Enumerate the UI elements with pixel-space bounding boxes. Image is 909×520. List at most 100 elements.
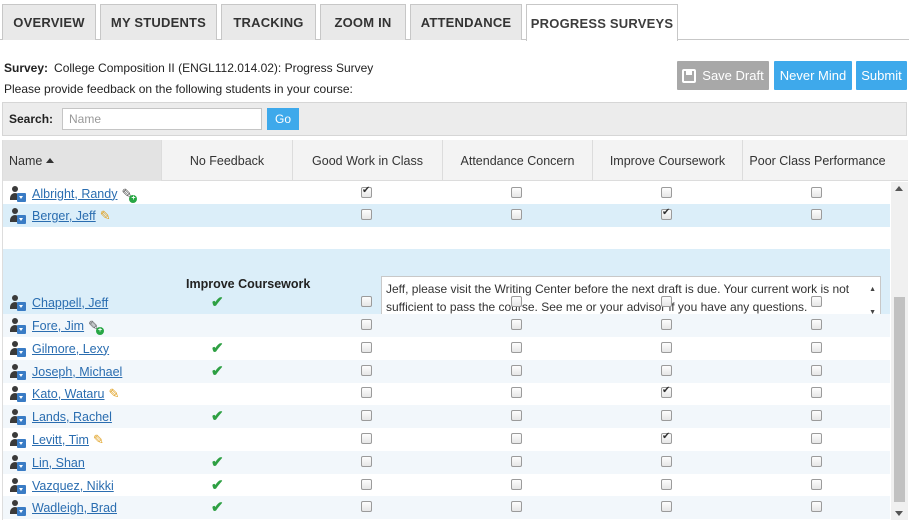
tab-zoom-in[interactable]: ZOOM IN <box>320 4 406 40</box>
attendance-concern-checkbox[interactable] <box>511 365 522 376</box>
student-name-cell: Joseph, Michael <box>9 360 122 383</box>
good-work-checkbox[interactable] <box>361 479 372 490</box>
column-header-no-feedback: No Feedback <box>161 140 292 181</box>
edit-note-icon[interactable]: ✎ <box>93 433 104 446</box>
submit-button[interactable]: Submit <box>856 61 907 90</box>
attendance-concern-checkbox[interactable] <box>511 296 522 307</box>
improve-coursework-checkbox[interactable] <box>661 296 672 307</box>
edit-note-icon[interactable]: ✎ <box>109 387 120 400</box>
never-mind-button[interactable]: Never Mind <box>774 61 852 90</box>
good-work-checkbox[interactable] <box>361 365 372 376</box>
poor-class-performance-checkbox[interactable] <box>811 479 822 490</box>
tab-progress-surveys[interactable]: PROGRESS SURVEYS <box>526 4 678 41</box>
search-label: Search: <box>9 112 54 126</box>
improve-coursework-checkbox[interactable] <box>661 207 672 220</box>
scrollbar-thumb[interactable] <box>894 297 905 502</box>
improve-coursework-checkbox[interactable] <box>661 319 672 330</box>
attendance-concern-checkbox[interactable] <box>511 387 522 398</box>
student-menu-icon[interactable] <box>9 294 27 312</box>
poor-class-performance-checkbox[interactable] <box>811 296 822 307</box>
search-input[interactable] <box>62 108 262 130</box>
poor-class-performance-checkbox[interactable] <box>811 209 822 220</box>
good-work-checkbox[interactable] <box>361 296 372 307</box>
poor-class-performance-checkbox[interactable] <box>811 410 822 421</box>
improve-coursework-checkbox[interactable] <box>661 342 672 353</box>
student-name-link[interactable]: Joseph, Michael <box>32 365 122 379</box>
student-name-link[interactable]: Berger, Jeff <box>32 209 96 223</box>
improve-coursework-checkbox[interactable] <box>661 479 672 490</box>
poor-class-performance-checkbox[interactable] <box>811 187 822 198</box>
student-menu-icon[interactable] <box>9 363 27 381</box>
scrollbar-up-arrow-icon[interactable] <box>895 186 903 191</box>
student-name-cell: Lands, Rachel <box>9 405 112 428</box>
improve-coursework-checkbox[interactable] <box>661 410 672 421</box>
student-name-link[interactable]: Levitt, Tim <box>32 433 89 447</box>
good-work-checkbox[interactable] <box>361 319 372 330</box>
attendance-concern-checkbox[interactable] <box>511 433 522 444</box>
tab-my-students[interactable]: MY STUDENTS <box>100 4 217 40</box>
good-work-checkbox[interactable] <box>361 342 372 353</box>
attendance-concern-checkbox[interactable] <box>511 456 522 467</box>
edit-note-icon[interactable]: ✎ <box>100 209 111 222</box>
poor-class-performance-checkbox[interactable] <box>811 433 822 444</box>
save-draft-button[interactable]: Save Draft <box>677 61 769 90</box>
poor-class-performance-checkbox[interactable] <box>811 501 822 512</box>
student-name-link[interactable]: Chappell, Jeff <box>32 296 108 310</box>
column-header-name[interactable]: Name <box>3 140 161 181</box>
attendance-concern-checkbox[interactable] <box>511 319 522 330</box>
student-name-link[interactable]: Fore, Jim <box>32 319 84 333</box>
improve-coursework-checkbox[interactable] <box>661 431 672 444</box>
attendance-concern-checkbox[interactable] <box>511 501 522 512</box>
add-note-icon[interactable]: ✎ + <box>88 319 104 335</box>
student-menu-icon[interactable] <box>9 431 27 449</box>
student-menu-icon[interactable] <box>9 477 27 495</box>
student-menu-icon[interactable] <box>9 317 27 335</box>
student-name-link[interactable]: Lin, Shan <box>32 456 85 470</box>
good-work-checkbox[interactable] <box>361 185 372 198</box>
tab-tracking[interactable]: TRACKING <box>221 4 316 40</box>
poor-class-performance-checkbox[interactable] <box>811 456 822 467</box>
student-name-link[interactable]: Vazquez, Nikki <box>32 479 114 493</box>
attendance-concern-checkbox[interactable] <box>511 479 522 490</box>
student-name-link[interactable]: Gilmore, Lexy <box>32 342 109 356</box>
add-note-icon[interactable]: ✎ + <box>121 187 138 203</box>
improve-coursework-checkbox[interactable] <box>661 365 672 376</box>
attendance-concern-checkbox[interactable] <box>511 187 522 198</box>
tab-overview[interactable]: OVERVIEW <box>2 4 96 40</box>
poor-class-performance-checkbox[interactable] <box>811 387 822 398</box>
student-menu-icon[interactable] <box>9 207 27 225</box>
improve-coursework-checkbox[interactable] <box>661 501 672 512</box>
good-work-checkbox[interactable] <box>361 209 372 220</box>
good-work-checkbox[interactable] <box>361 501 372 512</box>
good-work-checkbox[interactable] <box>361 410 372 421</box>
attendance-concern-checkbox[interactable] <box>511 410 522 421</box>
improve-coursework-checkbox[interactable] <box>661 187 672 198</box>
student-name-link[interactable]: Lands, Rachel <box>32 410 112 424</box>
student-name-link[interactable]: Albright, Randy <box>32 187 117 201</box>
student-menu-icon[interactable] <box>9 408 27 426</box>
student-name-link[interactable]: Wadleigh, Brad <box>32 501 117 515</box>
student-name-cell: Levitt, Tim ✎ <box>9 428 104 451</box>
grid-scrollbar[interactable] <box>891 182 908 520</box>
attendance-concern-checkbox[interactable] <box>511 209 522 220</box>
student-menu-icon[interactable] <box>9 499 27 517</box>
good-work-checkbox[interactable] <box>361 456 372 467</box>
student-menu-icon[interactable] <box>9 340 27 358</box>
improve-coursework-checkbox[interactable] <box>661 385 672 398</box>
attendance-concern-checkbox[interactable] <box>511 342 522 353</box>
student-menu-icon[interactable] <box>9 385 27 403</box>
student-menu-icon[interactable] <box>9 454 27 472</box>
poor-class-performance-checkbox[interactable] <box>811 319 822 330</box>
go-button[interactable]: Go <box>267 108 299 130</box>
good-work-checkbox[interactable] <box>361 387 372 398</box>
student-name-link[interactable]: Kato, Wataru <box>32 387 105 401</box>
poor-class-performance-checkbox[interactable] <box>811 365 822 376</box>
improve-coursework-checkbox[interactable] <box>661 456 672 467</box>
scrollbar-down-arrow-icon[interactable] <box>895 511 903 516</box>
tab-attendance[interactable]: ATTENDANCE <box>410 4 522 40</box>
poor-class-performance-checkbox[interactable] <box>811 342 822 353</box>
table-row: Gilmore, Lexy ✔ <box>3 337 890 360</box>
student-menu-icon[interactable] <box>9 185 27 203</box>
good-work-checkbox[interactable] <box>361 433 372 444</box>
tab-bar: OVERVIEW MY STUDENTS TRACKING ZOOM IN AT… <box>0 0 909 41</box>
